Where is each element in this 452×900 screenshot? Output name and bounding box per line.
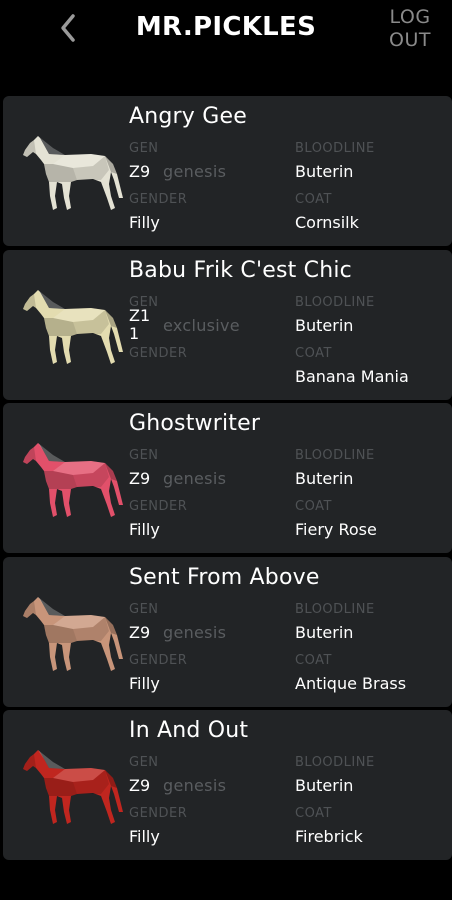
horse-icon xyxy=(23,443,123,517)
horse-name: Angry Gee xyxy=(129,104,247,129)
horse-silhouette xyxy=(23,289,123,364)
coat-value: Cornsilk xyxy=(295,213,359,232)
gender-label: GENDER xyxy=(129,806,188,821)
bloodline-label: BLOODLINE xyxy=(295,448,375,463)
coat-value: Fiery Rose xyxy=(295,520,377,539)
gender-value: Filly xyxy=(129,673,160,693)
gen-value: Z9 xyxy=(129,776,151,795)
gender-value: Filly xyxy=(129,213,160,232)
logout-button[interactable]: LOG OUT xyxy=(386,6,434,52)
bloodline-value: Buterin xyxy=(295,776,354,795)
horse-silhouette xyxy=(23,136,123,210)
horse-icon xyxy=(23,289,123,364)
bloodline-value: Buterin xyxy=(295,315,354,335)
horse-icon xyxy=(23,596,123,671)
horse-icon xyxy=(23,750,123,824)
bloodline-value: Buterin xyxy=(295,469,354,488)
horse-list: Angry Gee GEN Z9 genesis BLOODLINE Buter… xyxy=(3,96,452,864)
bloodline-value: Buterin xyxy=(295,162,354,181)
horse-type: genesis xyxy=(163,162,227,181)
coat-label: COAT xyxy=(295,192,332,207)
horse-type: genesis xyxy=(163,776,227,795)
gen-value: Z9 xyxy=(129,162,151,181)
horse-name: Sent From Above xyxy=(129,564,320,590)
coat-value: Firebrick xyxy=(295,827,363,846)
logout-label-line1: LOG xyxy=(389,6,431,28)
bloodline-label: BLOODLINE xyxy=(295,294,375,310)
horse-type: genesis xyxy=(163,469,227,488)
horse-type: genesis xyxy=(163,622,227,642)
horse-card[interactable]: Sent From Above GEN Z9 genesis BLOODLINE… xyxy=(3,556,452,707)
bloodline-value: Buterin xyxy=(295,622,354,642)
horse-card[interactable]: Ghostwriter GEN Z9 genesis BLOODLINE But… xyxy=(3,403,452,553)
gen-value: Z11 xyxy=(129,305,151,343)
coat-value: Antique Brass xyxy=(295,673,407,693)
page-title: MR.PICKLES xyxy=(135,12,317,42)
coat-label: COAT xyxy=(295,345,332,361)
horse-card[interactable]: In And Out GEN Z9 genesis BLOODLINE Bute… xyxy=(3,710,452,860)
gen-label: GEN xyxy=(129,448,159,463)
gender-label: GENDER xyxy=(129,345,188,361)
horse-name: Babu Frik C'est Chic xyxy=(129,257,352,283)
coat-value: Banana Mania xyxy=(295,366,409,386)
bloodline-label: BLOODLINE xyxy=(295,141,375,156)
horse-silhouette xyxy=(23,596,123,671)
gen-label: GEN xyxy=(129,141,159,156)
horse-card[interactable]: Babu Frik C'est Chic GEN Z11 exclusive B… xyxy=(3,249,452,400)
horse-icon xyxy=(23,136,123,210)
horse-card[interactable]: Angry Gee GEN Z9 genesis BLOODLINE Buter… xyxy=(3,96,452,246)
gender-label: GENDER xyxy=(129,652,188,668)
horse-type: exclusive xyxy=(163,315,240,335)
gender-label: GENDER xyxy=(129,192,188,207)
horse-silhouette xyxy=(23,443,123,517)
bloodline-label: BLOODLINE xyxy=(295,755,375,770)
logout-label-line2: OUT xyxy=(389,29,431,51)
gender-value: Filly xyxy=(129,520,160,539)
bloodline-label: BLOODLINE xyxy=(295,601,375,617)
horse-name: In And Out xyxy=(129,718,249,743)
gender-value: Filly xyxy=(129,827,160,846)
horse-name: Ghostwriter xyxy=(129,411,261,436)
gender-label: GENDER xyxy=(129,499,188,514)
coat-label: COAT xyxy=(295,652,332,668)
gen-value: Z9 xyxy=(129,622,151,642)
gen-value: Z9 xyxy=(129,469,151,488)
coat-label: COAT xyxy=(295,499,332,514)
gen-label: GEN xyxy=(129,755,159,770)
top-bar: MR.PICKLES LOG OUT xyxy=(0,0,452,70)
coat-label: COAT xyxy=(295,806,332,821)
gen-label: GEN xyxy=(129,601,159,617)
horse-silhouette xyxy=(23,750,123,824)
